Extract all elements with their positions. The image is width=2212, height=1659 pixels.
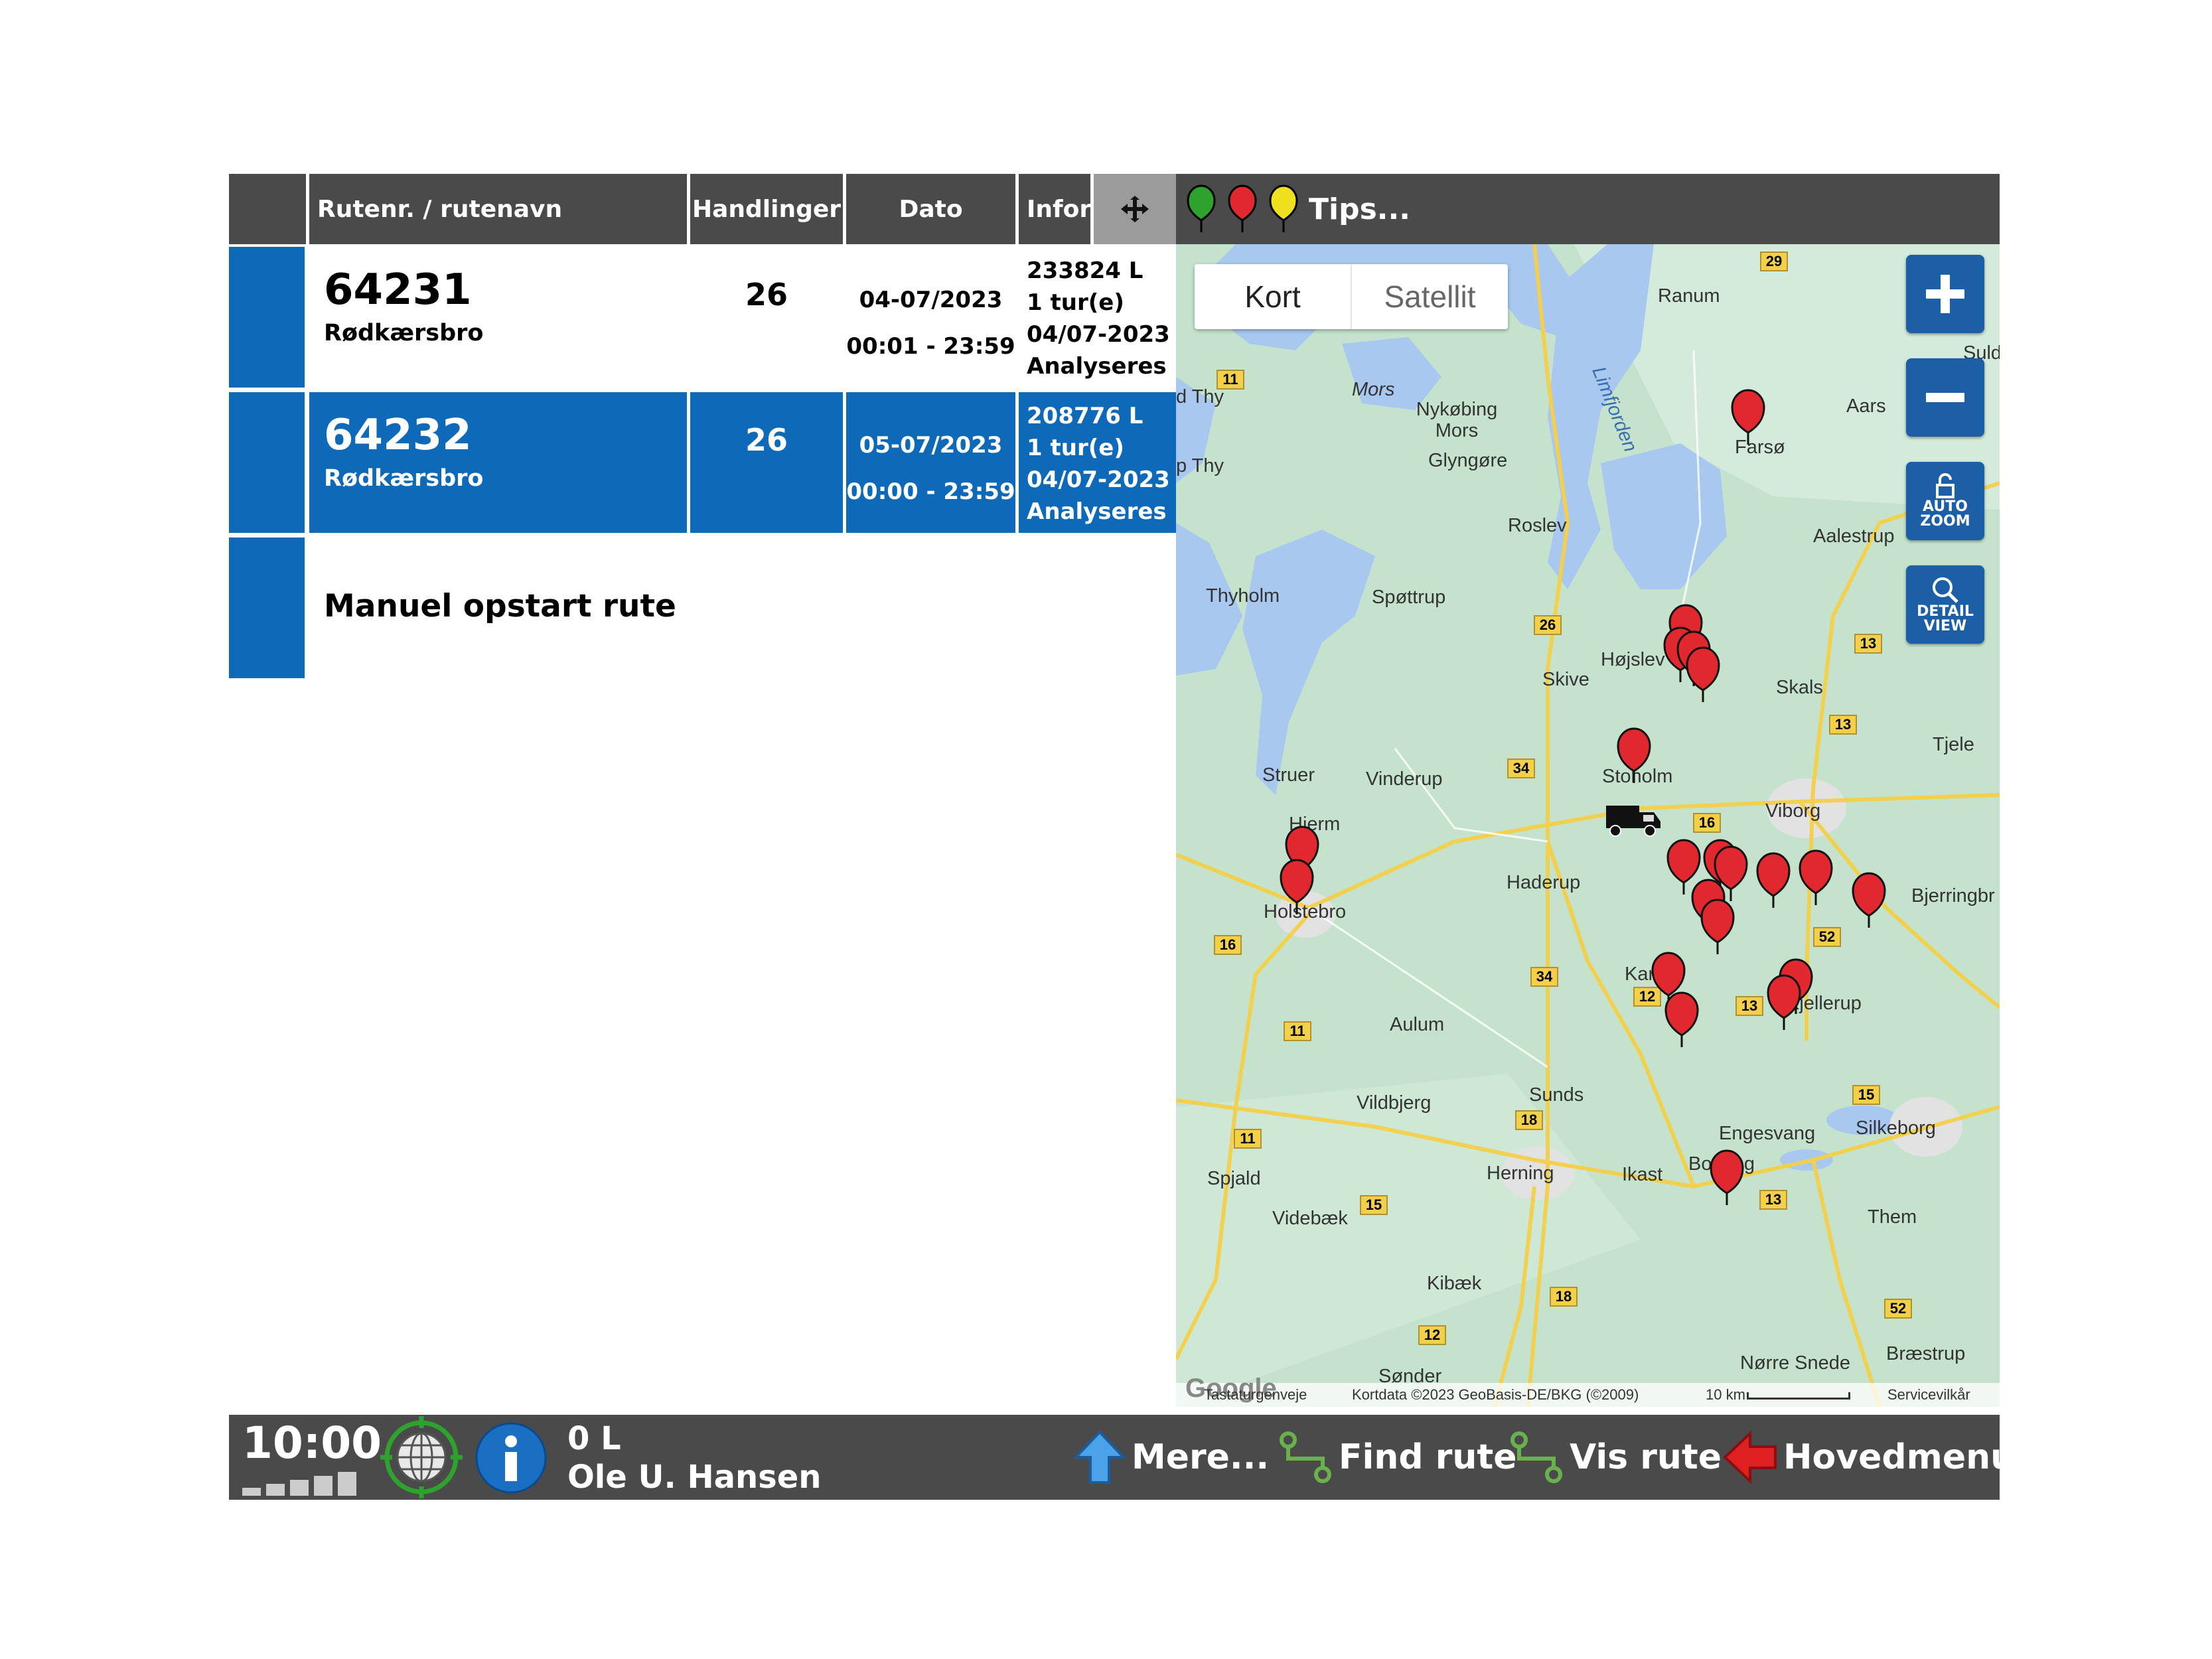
route-icon bbox=[1511, 1431, 1562, 1483]
route-cell: 64232 Rødkærsbro bbox=[309, 392, 690, 533]
route-number: 64232 bbox=[324, 411, 472, 460]
arrow-up-icon bbox=[1073, 1430, 1126, 1484]
actions-cell: 26 bbox=[690, 392, 846, 533]
map-type-control: Kort Satellit bbox=[1195, 264, 1508, 329]
map-toolbar: Tips... bbox=[1176, 174, 2000, 244]
header-date[interactable]: Dato bbox=[846, 174, 1019, 244]
actions-cell: 26 bbox=[690, 247, 846, 388]
terms-link[interactable]: Servicevilkår bbox=[1887, 1386, 1970, 1404]
app-frame: Rutenr. / rutenavn Handlinger Dato Infor… bbox=[229, 174, 2015, 1500]
map-attribution: Google Tastaturgenveje Kortdata ©2023 Ge… bbox=[1176, 1374, 2000, 1407]
info-icon[interactable] bbox=[475, 1421, 548, 1494]
driver-name: Ole U. Hansen bbox=[567, 1459, 822, 1496]
actions-count: 26 bbox=[745, 422, 788, 458]
gps-globe-icon[interactable] bbox=[378, 1415, 465, 1500]
route-stop-marker[interactable] bbox=[1710, 1149, 1744, 1206]
info-date: 04/07-2023 bbox=[1027, 321, 1170, 348]
row-selector[interactable] bbox=[229, 392, 305, 533]
date-cell: 04-07/2023 00:01 - 23:59 bbox=[846, 247, 1019, 388]
bottom-bar: 10:00 0 L Ole U. Hansen Mere... Find rut… bbox=[229, 1415, 2015, 1500]
minus-icon bbox=[1926, 393, 1964, 402]
detail-view-button[interactable]: DETAIL VIEW bbox=[1906, 565, 1984, 644]
route-stop-marker[interactable] bbox=[1767, 974, 1801, 1031]
show-route-button[interactable]: Vis rute bbox=[1509, 1428, 1722, 1486]
clock: 10:00 bbox=[242, 1417, 382, 1469]
auto-zoom-label: AUTO ZOOM bbox=[1920, 498, 1970, 530]
info-trips: 1 tur(e) bbox=[1027, 435, 1124, 461]
route-cell: 64231 Rødkærsbro bbox=[309, 247, 690, 388]
route-date: 05-07/2023 bbox=[859, 432, 1003, 459]
table-header: Rutenr. / rutenavn Handlinger Dato Infor bbox=[229, 174, 1176, 244]
route-time: 00:00 - 23:59 bbox=[846, 478, 1015, 505]
table-row-selected[interactable]: 64232 Rødkærsbro 26 05-07/2023 00:00 - 2… bbox=[229, 392, 1176, 533]
route-stop-marker[interactable] bbox=[1617, 727, 1651, 784]
map-type-satellite-button[interactable]: Satellit bbox=[1352, 264, 1508, 329]
info-cell: 233824 L 1 tur(e) 04/07-2023 Analyseres bbox=[1019, 247, 1176, 388]
route-stop-marker[interactable] bbox=[1664, 991, 1699, 1048]
show-route-label: Vis rute bbox=[1570, 1437, 1722, 1477]
keyboard-shortcuts-link[interactable]: Tastaturgenveje bbox=[1204, 1386, 1307, 1404]
map-view[interactable]: Ranum Farsø Aars Aalestrup Mors Nykøbing… bbox=[1176, 244, 2000, 1407]
actions-count: 26 bbox=[745, 277, 788, 313]
find-route-button[interactable]: Find rute bbox=[1278, 1428, 1516, 1486]
info-cell: 208776 L 1 tur(e) 04/07-2023 Analyseres bbox=[1019, 392, 1176, 533]
route-name: Rødkærsbro bbox=[324, 465, 484, 492]
scale-label: 10 km bbox=[1706, 1386, 1745, 1403]
detail-view-label: DETAIL VIEW bbox=[1917, 603, 1974, 634]
find-route-label: Find rute bbox=[1339, 1437, 1517, 1477]
header-info[interactable]: Infor bbox=[1019, 174, 1094, 244]
info-liters: 233824 L bbox=[1027, 257, 1143, 284]
info-trips: 1 tur(e) bbox=[1027, 289, 1124, 316]
row-selector[interactable] bbox=[229, 247, 305, 388]
info-status: Analyseres bbox=[1027, 353, 1167, 380]
route-stop-marker[interactable] bbox=[1852, 872, 1886, 929]
move-arrows-icon bbox=[1121, 196, 1149, 222]
info-liters: 208776 L bbox=[1027, 403, 1143, 429]
route-number: 64231 bbox=[324, 265, 472, 315]
header-select-col bbox=[229, 174, 309, 244]
route-stop-marker[interactable] bbox=[1280, 859, 1314, 916]
fuel-liters: 0 L bbox=[567, 1420, 621, 1457]
manual-start-row[interactable]: Manuel opstart rute bbox=[229, 538, 1176, 678]
header-actions[interactable]: Handlinger bbox=[690, 174, 846, 244]
tips-link[interactable]: Tips... bbox=[1309, 192, 1410, 226]
zoom-in-button[interactable] bbox=[1906, 255, 1984, 333]
arrow-left-icon bbox=[1723, 1430, 1777, 1484]
unlock-icon bbox=[1936, 473, 1954, 498]
map-type-map-button[interactable]: Kort bbox=[1195, 264, 1352, 329]
map-markers bbox=[1280, 389, 1886, 1206]
route-time: 00:01 - 23:59 bbox=[846, 333, 1015, 360]
route-stop-marker[interactable] bbox=[1731, 389, 1765, 446]
route-stop-marker[interactable] bbox=[1799, 849, 1833, 906]
map-data-attribution: Kortdata ©2023 GeoBasis-DE/BKG (©2009) bbox=[1352, 1386, 1639, 1403]
signal-strength-icon bbox=[242, 1472, 356, 1496]
magnifier-icon bbox=[1933, 577, 1958, 603]
more-label: Mere... bbox=[1132, 1437, 1270, 1477]
route-stop-marker[interactable] bbox=[1756, 852, 1791, 909]
route-name: Rødkærsbro bbox=[324, 320, 484, 346]
info-date: 04/07-2023 bbox=[1027, 467, 1170, 493]
auto-zoom-button[interactable]: AUTO ZOOM bbox=[1906, 462, 1984, 540]
header-route[interactable]: Rutenr. / rutenavn bbox=[309, 174, 690, 244]
row-selector[interactable] bbox=[229, 538, 305, 678]
marker-legend-icon[interactable] bbox=[1181, 179, 1307, 239]
scale-bar bbox=[1747, 1392, 1850, 1400]
main-menu-button[interactable]: Hovedmenu bbox=[1722, 1428, 2015, 1486]
move-columns-button[interactable] bbox=[1094, 174, 1176, 244]
more-button[interactable]: Mere... bbox=[1073, 1428, 1269, 1486]
main-menu-label: Hovedmenu bbox=[1783, 1437, 2016, 1477]
plus-icon bbox=[1926, 275, 1964, 313]
route-icon bbox=[1280, 1431, 1331, 1483]
table-row[interactable]: 64231 Rødkærsbro 26 04-07/2023 00:01 - 2… bbox=[229, 247, 1176, 388]
route-stop-marker[interactable] bbox=[1686, 646, 1720, 703]
route-date: 04-07/2023 bbox=[859, 287, 1003, 313]
truck-icon bbox=[1606, 806, 1660, 837]
manual-start-label: Manuel opstart rute bbox=[324, 588, 676, 624]
route-stop-marker[interactable] bbox=[1700, 899, 1735, 956]
info-status: Analyseres bbox=[1027, 498, 1167, 525]
date-cell: 05-07/2023 00:00 - 23:59 bbox=[846, 392, 1019, 533]
zoom-out-button[interactable] bbox=[1906, 358, 1984, 437]
